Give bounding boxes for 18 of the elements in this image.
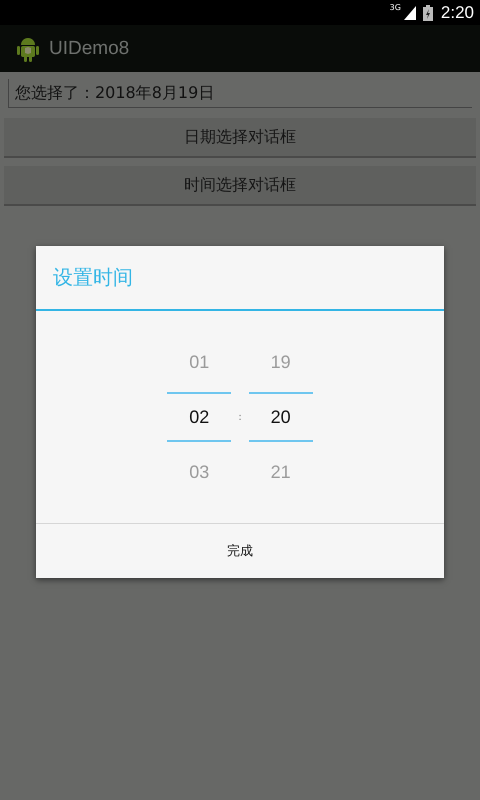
- network-type: 3G: [390, 3, 401, 12]
- picker-value[interactable]: 02: [167, 392, 232, 442]
- app-title: UIDemo8: [49, 38, 130, 60]
- result-field[interactable]: 您选择了：2018年8月19日: [8, 79, 472, 108]
- picker-value[interactable]: 01: [167, 332, 232, 392]
- time-separator: :: [238, 412, 242, 422]
- picker-value[interactable]: 03: [167, 442, 232, 502]
- clock: 2:20: [440, 2, 474, 22]
- picker-value[interactable]: 21: [248, 442, 313, 502]
- dialog-button[interactable]: 日期选择对话框: [4, 118, 476, 158]
- picker-value[interactable]: 20: [248, 392, 313, 442]
- dialog-button[interactable]: 时间选择对话框: [4, 166, 476, 206]
- signal-icon: [404, 6, 416, 20]
- dialog-title: 设置时间: [36, 246, 444, 311]
- battery-icon: [422, 4, 433, 20]
- picker-value[interactable]: 19: [248, 332, 313, 392]
- done-button[interactable]: 完成: [36, 524, 444, 578]
- android-icon: [16, 36, 40, 62]
